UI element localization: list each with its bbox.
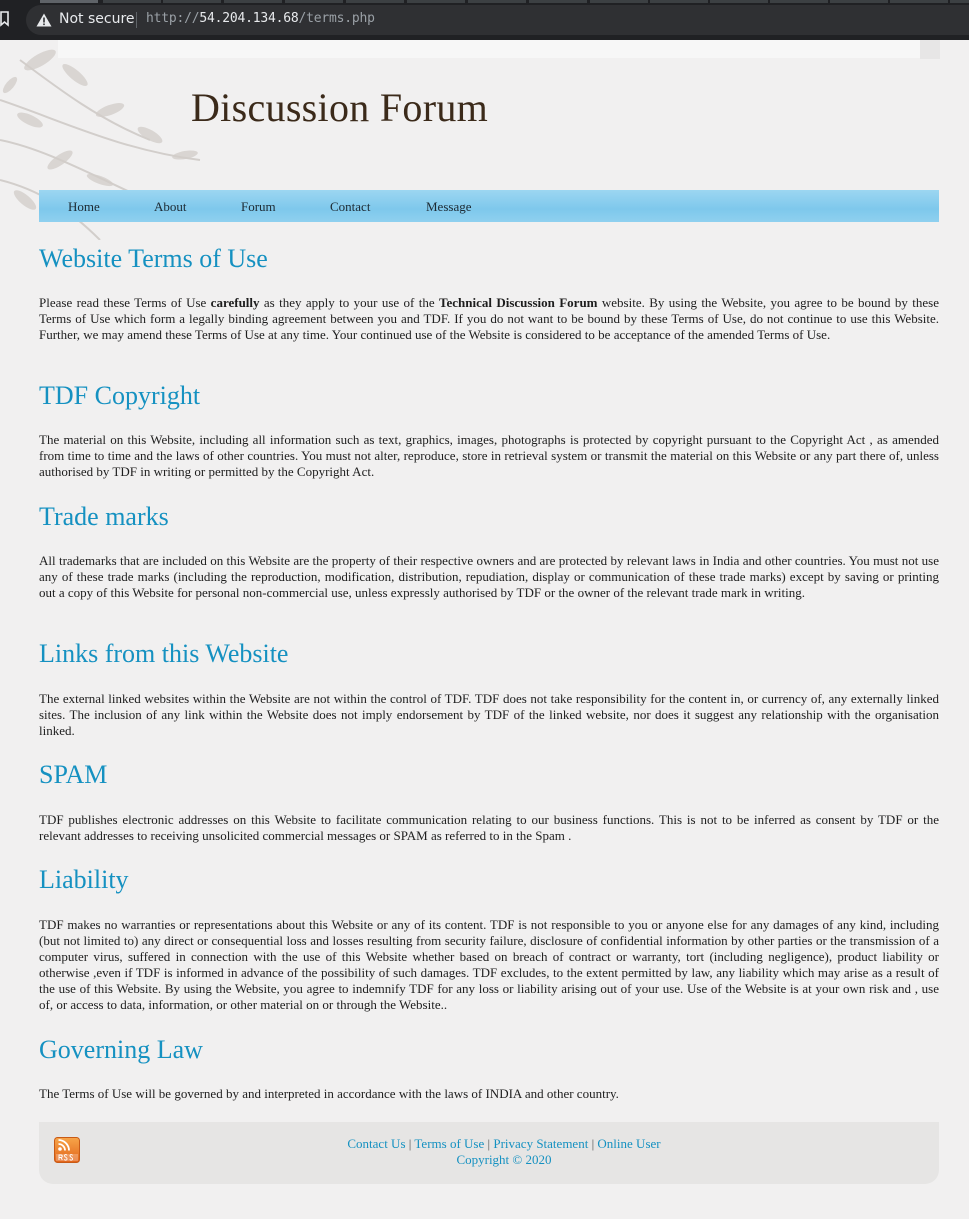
url-host: 54.204.134.68 bbox=[199, 11, 299, 26]
section-heading-governing-law: Governing Law bbox=[39, 1035, 203, 1064]
nav-message[interactable]: Message bbox=[426, 199, 472, 215]
section-body-spam: TDF publishes electronic addresses on th… bbox=[39, 812, 939, 843]
footer-separator: | bbox=[591, 1136, 595, 1151]
nav-contact[interactable]: Contact bbox=[330, 199, 370, 215]
address-separator bbox=[136, 12, 137, 28]
terms-body-bold-1: carefully bbox=[210, 295, 260, 310]
terms-body-text-2: as they apply to your use of the bbox=[259, 295, 439, 310]
footer-links: Contact Us | Terms of Use | Privacy Stat… bbox=[39, 1136, 969, 1152]
nav-forum[interactable]: Forum bbox=[241, 199, 276, 215]
terms-body-bold-2: Technical Discussion Forum bbox=[439, 295, 598, 310]
main-nav: Home About Forum Contact Message bbox=[39, 190, 939, 222]
footer-link-contact-us[interactable]: Contact Us bbox=[347, 1136, 405, 1151]
section-body-copyright: The material on this Website, including … bbox=[39, 432, 939, 479]
site-title: Discussion Forum bbox=[191, 85, 489, 130]
section-heading-links: Links from this Website bbox=[39, 639, 289, 668]
nav-about[interactable]: About bbox=[154, 199, 187, 215]
section-body-liability: TDF makes no warranties or representatio… bbox=[39, 917, 939, 1012]
section-heading-liability: Liability bbox=[39, 865, 129, 894]
terms-body-text-1: Please read these Terms of Use bbox=[39, 295, 211, 310]
footer-separator: | bbox=[408, 1136, 412, 1151]
section-heading-spam: SPAM bbox=[39, 760, 108, 789]
section-heading-copyright: TDF Copyright bbox=[39, 381, 201, 410]
section-body-links: The external linked websites within the … bbox=[39, 691, 939, 738]
bookmark-icon[interactable] bbox=[0, 11, 10, 27]
url-text[interactable]: http://54.204.134.68/terms.php bbox=[146, 11, 375, 26]
section-heading-trademarks: Trade marks bbox=[39, 502, 169, 531]
url-path: /terms.php bbox=[298, 11, 375, 26]
copyright: Copyright © 2020 bbox=[456, 1152, 552, 1167]
section-body-terms: Please read these Terms of Use carefully… bbox=[39, 295, 939, 343]
footer-link-online-user[interactable]: Online User bbox=[597, 1136, 660, 1151]
security-label[interactable]: Not secure bbox=[59, 11, 135, 27]
footer: Contact Us | Terms of Use | Privacy Stat… bbox=[39, 1122, 939, 1184]
rss-icon[interactable] bbox=[54, 1137, 80, 1163]
footer-link-terms[interactable]: Terms of Use bbox=[414, 1136, 484, 1151]
url-scheme: http:// bbox=[146, 11, 200, 26]
section-body-governing-law: The Terms of Use will be governed by and… bbox=[39, 1086, 619, 1101]
footer-link-privacy[interactable]: Privacy Statement bbox=[493, 1136, 588, 1151]
nav-home[interactable]: Home bbox=[68, 199, 100, 215]
header-top-corner bbox=[920, 40, 940, 59]
header-top-band bbox=[58, 40, 920, 58]
footer-separator: | bbox=[487, 1136, 491, 1151]
warning-icon[interactable] bbox=[36, 13, 52, 27]
section-heading-terms: Website Terms of Use bbox=[39, 244, 268, 273]
browser-toolbar: Not secure http://54.204.134.68/terms.ph… bbox=[0, 0, 969, 40]
section-body-trademarks: All trademarks that are included on this… bbox=[39, 553, 939, 600]
tab-strip bbox=[0, 0, 969, 4]
